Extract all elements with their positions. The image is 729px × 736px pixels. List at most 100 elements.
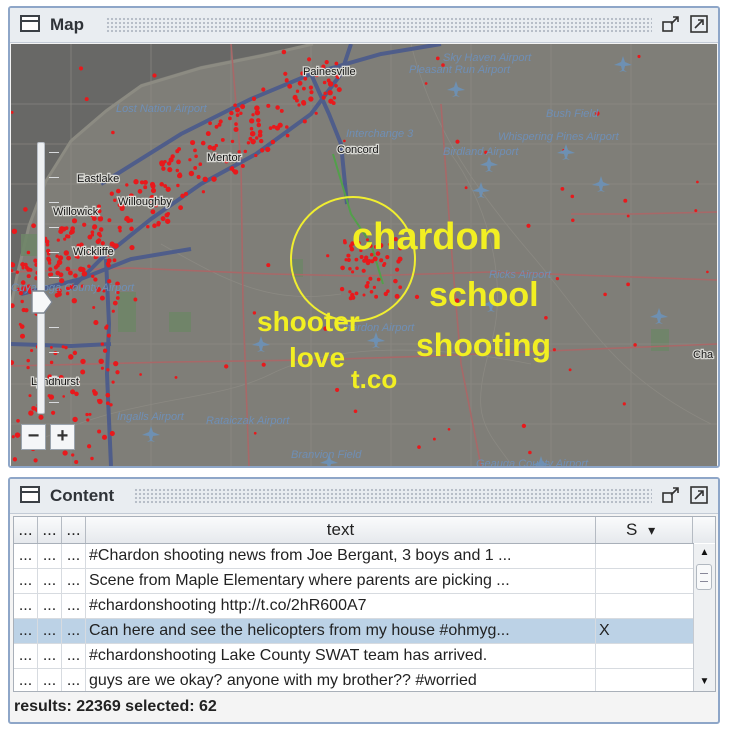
tweet-dot xyxy=(281,49,287,55)
scroll-up-icon[interactable]: ▲ xyxy=(694,544,715,562)
tweet-dot xyxy=(11,303,15,309)
table-cell-c1: ... xyxy=(14,569,38,593)
column-header-1[interactable]: ... xyxy=(14,517,38,543)
tweet-dot xyxy=(336,87,342,93)
column-header-s[interactable]: S ▾ xyxy=(596,517,694,543)
table-row[interactable]: ......... #Chardon shooting news from Joe… xyxy=(14,544,694,569)
table-row[interactable]: ......... guys are we okay? anyone with m… xyxy=(14,669,694,691)
table-cell-c3: ... xyxy=(62,644,86,668)
word-cloud-term[interactable]: chardon xyxy=(352,216,502,259)
titlebar-grip[interactable] xyxy=(106,17,652,33)
content-titlebar[interactable]: Content xyxy=(10,479,718,514)
tweet-dot xyxy=(106,333,111,338)
vertical-scrollbar[interactable]: ▲ ▼ xyxy=(693,544,715,691)
tweet-dot xyxy=(256,118,261,123)
tweet-dot xyxy=(113,360,119,367)
tweet-dot xyxy=(113,198,117,203)
tweet-dot xyxy=(252,311,257,315)
tweet-dot xyxy=(193,165,198,170)
word-cloud-term[interactable]: shooter xyxy=(257,306,360,338)
tweet-dot xyxy=(323,91,327,96)
tweet-dot xyxy=(521,423,527,429)
tweet-dot xyxy=(382,261,387,266)
zoom-slider-track[interactable] xyxy=(37,142,45,414)
tweet-dot xyxy=(175,149,180,154)
tweet-dot xyxy=(344,258,348,262)
tweet-dot xyxy=(331,101,336,106)
tweet-dot xyxy=(150,183,156,189)
tweet-dot xyxy=(258,138,264,144)
tweet-dot xyxy=(637,54,641,59)
tweet-dot xyxy=(220,137,225,142)
column-header-3[interactable]: ... xyxy=(62,517,86,543)
tweet-dot xyxy=(253,431,257,435)
tweet-dot xyxy=(100,366,104,370)
table-row[interactable]: ......... Scene from Maple Elementary whe… xyxy=(14,569,694,594)
table-cell-text: #chardonshooting http://t.co/2hR600A7 xyxy=(86,594,596,618)
tweet-dot xyxy=(235,107,240,113)
zoom-out-button[interactable]: − xyxy=(21,424,46,450)
tweet-dot xyxy=(265,146,271,153)
tweet-dot xyxy=(324,59,329,65)
tweet-dot xyxy=(73,273,78,278)
tweet-dot xyxy=(414,294,420,300)
tweet-dot xyxy=(243,149,248,154)
table-cell-c3: ... xyxy=(62,669,86,691)
tweet-dot xyxy=(152,223,157,228)
maximize-icon[interactable] xyxy=(690,15,708,33)
tweet-dot xyxy=(217,122,222,127)
content-panel: Content ... ... ... text S ▾ ......... #C… xyxy=(8,477,720,724)
tweet-dot xyxy=(552,348,556,352)
zoom-in-button[interactable]: + xyxy=(50,424,75,450)
table-cell-s: X xyxy=(596,619,694,643)
tweet-dot xyxy=(332,96,337,100)
tweet-dot xyxy=(112,258,117,263)
tweet-dot xyxy=(447,427,451,431)
column-header-2[interactable]: ... xyxy=(38,517,62,543)
word-cloud-term[interactable]: school xyxy=(429,276,539,315)
tweet-dot xyxy=(321,95,326,100)
zoom-control[interactable]: − + xyxy=(17,132,75,462)
word-cloud-term[interactable]: t.co xyxy=(351,364,397,395)
zoom-slider-thumb[interactable] xyxy=(31,290,53,314)
scroll-down-icon[interactable]: ▼ xyxy=(694,673,715,691)
map-view[interactable]: Painesville Sky Haven Airport Pleasant Run… xyxy=(11,44,717,466)
tweet-dot xyxy=(208,121,212,126)
word-cloud-term[interactable]: love xyxy=(289,342,345,374)
tweet-dot xyxy=(285,125,289,129)
tweet-dot xyxy=(96,238,102,243)
tweet-dot xyxy=(361,268,366,273)
tweet-dot xyxy=(115,296,120,300)
tweet-dot xyxy=(205,131,211,137)
column-header-text[interactable]: text xyxy=(86,517,596,543)
map-titlebar[interactable]: Map xyxy=(10,8,718,43)
tweet-dot xyxy=(603,292,607,297)
tweet-dot xyxy=(302,86,306,91)
tweet-dot xyxy=(146,224,150,229)
table-row[interactable]: ......... #chardonshooting http://t.co/2h… xyxy=(14,594,694,619)
tweet-dot xyxy=(235,113,240,117)
map-title: Map xyxy=(50,15,84,34)
titlebar-grip[interactable] xyxy=(134,488,652,504)
map-label: Birdland Airport xyxy=(443,146,519,158)
restore-icon[interactable] xyxy=(662,15,680,33)
tweet-dot xyxy=(72,416,78,423)
tweet-dot xyxy=(207,145,213,150)
content-title: Content xyxy=(50,486,115,505)
table-row[interactable]: ......... Can here and see the helicopter… xyxy=(14,619,694,644)
header-corner xyxy=(692,517,715,543)
table-cell-s xyxy=(596,544,694,568)
tweet-dot xyxy=(78,66,84,71)
restore-icon[interactable] xyxy=(662,486,680,504)
word-cloud-term[interactable]: shooting xyxy=(416,327,551,364)
scroll-thumb[interactable] xyxy=(696,564,712,590)
maximize-icon[interactable] xyxy=(690,486,708,504)
tweet-dot xyxy=(340,265,345,271)
table-cell-c2: ... xyxy=(38,619,62,643)
results-table[interactable]: ... ... ... text S ▾ ......... #Chardon s… xyxy=(13,516,716,692)
tweet-dot xyxy=(93,277,98,282)
tweet-dot xyxy=(99,295,105,301)
tweet-dot xyxy=(314,111,318,115)
tweet-dot xyxy=(233,127,239,132)
table-row[interactable]: ......... #chardonshooting Lake County SW… xyxy=(14,644,694,669)
